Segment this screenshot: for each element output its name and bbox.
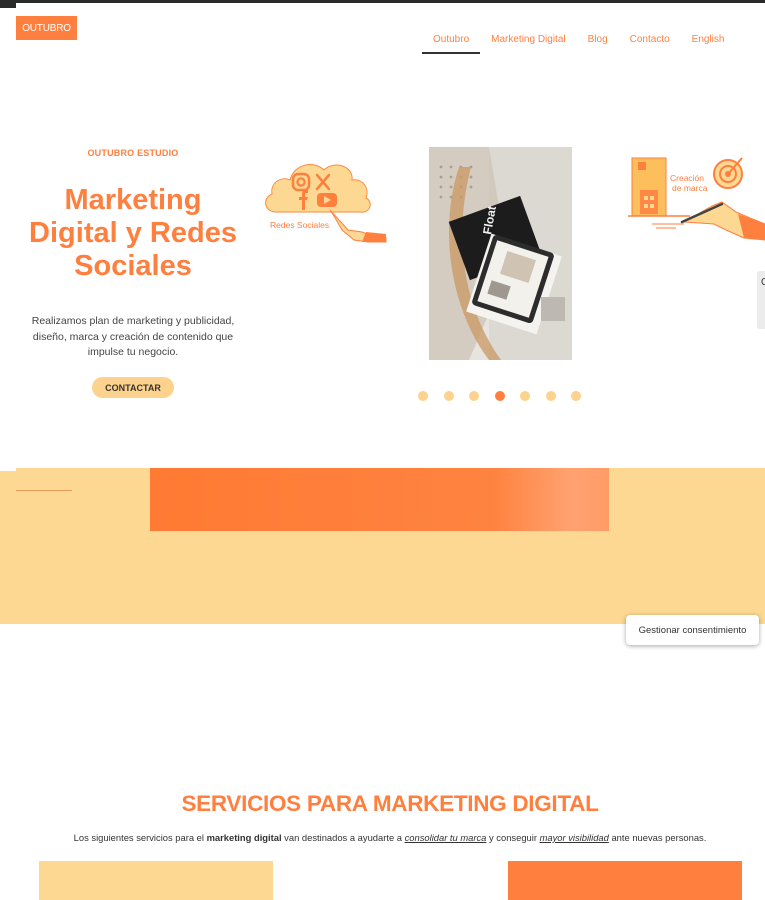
consent-button[interactable]: Gestionar consentimiento bbox=[626, 615, 759, 645]
nav-item-marketing-digital[interactable]: Marketing Digital bbox=[480, 28, 576, 54]
carousel-dot[interactable] bbox=[443, 391, 454, 401]
contact-button[interactable]: CONTACTAR bbox=[92, 377, 174, 398]
band-divider bbox=[16, 490, 72, 491]
youtube-icon bbox=[317, 193, 337, 207]
nav-item-outubro[interactable]: Outubro bbox=[422, 28, 481, 54]
slide-social-caption: Redes Sociales bbox=[270, 220, 329, 230]
carousel-dot[interactable] bbox=[571, 391, 581, 401]
consolidate-brand-link[interactable]: consolidar tu marca bbox=[405, 832, 487, 843]
carousel-slide-social-media[interactable]: Redes Sociales bbox=[262, 150, 388, 246]
services-desc-part3: y conseguir bbox=[486, 832, 540, 843]
carousel-slide-photo[interactable]: Float bbox=[429, 147, 572, 360]
services-desc-bold: marketing digital bbox=[206, 832, 282, 843]
social-cloud-illustration: Redes Sociales bbox=[265, 164, 387, 243]
visibility-link[interactable]: mayor visibilidad bbox=[540, 832, 609, 843]
target-icon bbox=[713, 157, 743, 189]
magazine-photo: Float bbox=[429, 147, 572, 360]
carousel-dot[interactable] bbox=[545, 391, 556, 401]
hero-title: Marketing Digital y Redes Sociales bbox=[29, 184, 237, 282]
brand-creation-illustration: Creación de marca bbox=[628, 157, 765, 241]
nav-item-blog[interactable]: Blog bbox=[577, 28, 619, 54]
services-desc-part2: van destinados a ayudarte a bbox=[281, 832, 405, 843]
services-desc-part4: ante nuevas personas. bbox=[608, 832, 707, 843]
carousel-dot[interactable] bbox=[469, 391, 479, 401]
orange-banner bbox=[150, 468, 609, 531]
service-card-orange[interactable] bbox=[508, 861, 742, 900]
side-widget-glyph: C bbox=[761, 277, 765, 288]
site-logo[interactable]: OUTUBRO bbox=[16, 16, 77, 40]
logo-text: OUTUBRO bbox=[22, 22, 71, 34]
band-notch bbox=[0, 468, 16, 471]
slide-brand-caption-1: Creación bbox=[670, 173, 704, 183]
nav-item-contacto[interactable]: Contacto bbox=[619, 28, 681, 54]
browser-corner bbox=[0, 0, 16, 8]
carousel-dot[interactable] bbox=[418, 391, 428, 401]
carousel-slide-brand[interactable]: Creación de marca bbox=[626, 150, 765, 246]
nav-item-english[interactable]: English bbox=[681, 28, 736, 54]
side-widget-tab[interactable]: C bbox=[757, 271, 765, 329]
services-desc-part1: Los siguientes servicios para el bbox=[73, 832, 207, 843]
carousel-dots bbox=[418, 391, 581, 401]
slide-brand-caption-2: de marca bbox=[672, 183, 708, 193]
hero-description: Realizamos plan de marketing y publicida… bbox=[31, 315, 235, 358]
browser-top-edge bbox=[0, 0, 765, 3]
services-description: Los siguientes servicios para el marketi… bbox=[0, 832, 765, 843]
carousel-dot[interactable] bbox=[520, 391, 530, 401]
service-card-yellow[interactable] bbox=[39, 861, 273, 900]
carousel-dot-active[interactable] bbox=[494, 391, 505, 401]
main-nav: Outubro Marketing Digital Blog Contacto … bbox=[422, 28, 735, 54]
services-title: SERVICIOS PARA MARKETING DIGITAL bbox=[181, 791, 599, 816]
hero-kicker: OUTUBRO ESTUDIO bbox=[87, 148, 179, 158]
